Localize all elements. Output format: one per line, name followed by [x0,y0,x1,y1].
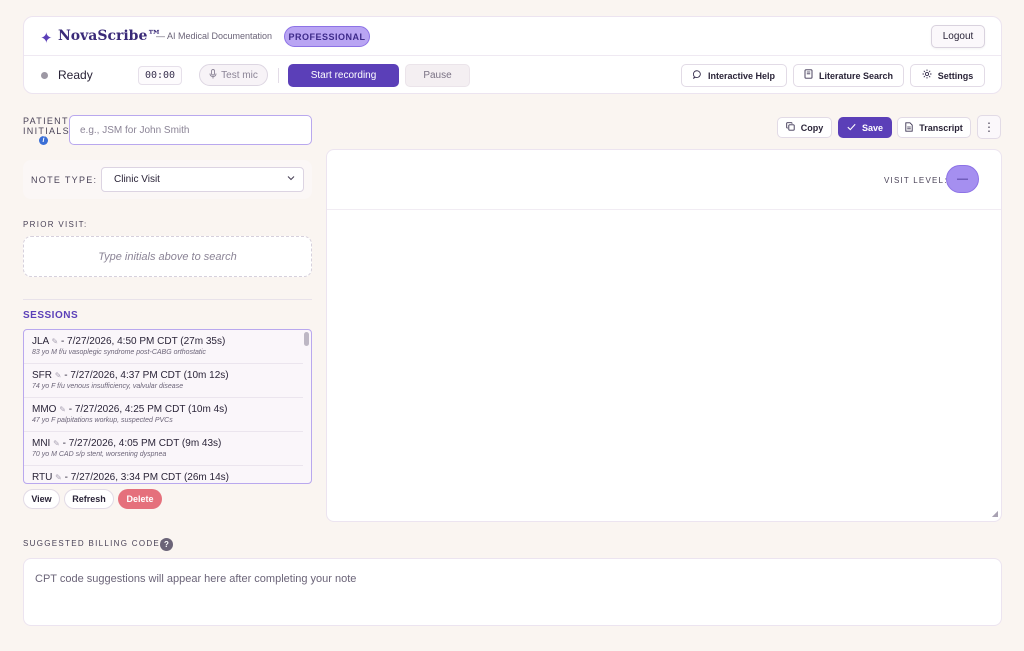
pencil-icon[interactable]: ✎ [55,371,62,380]
session-time: - 7/27/2026, 4:37 PM CDT (10m 12s) [64,370,229,381]
session-time: - 7/27/2026, 3:34 PM CDT (26m 14s) [64,472,229,483]
copy-button[interactable]: Copy [777,117,832,138]
session-initials: SFR [32,370,52,381]
scrollbar-thumb[interactable] [304,332,309,346]
app-subtitle: — AI Medical Documentation [156,31,273,41]
prior-visit-box: Type initials above to search [23,236,312,277]
delete-session-button[interactable]: Delete [118,489,162,509]
list-item[interactable]: MNI ✎ - 7/27/2026, 4:05 PM CDT (9m 43s) … [24,432,303,466]
check-icon [847,123,856,133]
note-type-label: NOTE TYPE: [31,175,98,185]
patient-initials-input[interactable] [69,115,312,145]
plan-badge: PROFESSIONAL [284,26,370,47]
prior-visit-label: PRIOR VISIT: [23,220,88,229]
literature-search-label: Literature Search [818,70,894,81]
gear-icon [922,69,932,82]
session-description: 83 yo M f/u vasoplegic syndrome post-CAB… [32,349,206,356]
transcript-button[interactable]: Transcript [897,117,971,138]
session-description: 74 yo F f/u venous insufficiency, valvul… [32,383,184,390]
divider [23,299,312,300]
patient-initials-label-line1: PATIENT [23,116,69,126]
session-row-main: SFR ✎ - 7/27/2026, 4:37 PM CDT (10m 12s) [32,370,303,381]
header-top-row: ✦ NovaScribe™ — AI Medical Documentation… [24,17,1001,56]
session-initials: JLA [32,336,49,347]
logout-button[interactable]: Logout [931,25,985,48]
pencil-icon[interactable]: ✎ [51,337,58,346]
session-time: - 7/27/2026, 4:50 PM CDT (27m 35s) [60,336,226,347]
session-description: 47 yo F palpitations workup, suspected P… [32,417,173,424]
transcript-label: Transcript [919,122,963,133]
patient-initials-label-line2: INITIALS [23,126,70,136]
copy-label: Copy [800,122,824,133]
toolbar-divider [278,68,279,83]
pencil-icon[interactable]: ✎ [59,405,66,414]
sparkle-icon: ✦ [40,30,53,47]
book-icon [804,69,813,82]
literature-search-button[interactable]: Literature Search [793,64,904,87]
status-dot-icon [41,72,48,79]
document-icon [905,121,913,134]
billing-codes-box: CPT code suggestions will appear here af… [23,558,1002,626]
pencil-icon[interactable]: ✎ [53,439,60,448]
settings-button[interactable]: Settings [910,64,985,87]
pencil-icon[interactable]: ✎ [55,473,62,482]
session-initials: RTU [32,472,53,483]
test-mic-button[interactable]: Test mic [199,64,268,86]
session-row-main: MMO ✎ - 7/27/2026, 4:25 PM CDT (10m 4s) [32,404,303,415]
chevron-down-icon [287,174,295,184]
save-button[interactable]: Save [838,117,892,138]
session-time: - 7/27/2026, 4:05 PM CDT (9m 43s) [62,438,222,449]
editor-header: VISIT LEVEL: — [327,150,1001,210]
info-icon[interactable]: i [39,136,48,145]
session-initials: MNI [32,438,51,449]
session-row-main: JLA ✎ - 7/27/2026, 4:50 PM CDT (27m 35s) [32,336,303,347]
session-row-main: RTU ✎ - 7/27/2026, 3:34 PM CDT (26m 14s) [32,472,303,483]
visit-level-badge[interactable]: — [946,165,979,193]
help-icon[interactable]: ? [160,538,173,551]
note-type-select[interactable]: Clinic Visit [101,167,304,192]
chat-bubble-icon [692,69,702,82]
microphone-icon [209,68,217,82]
note-editor[interactable]: VISIT LEVEL: — ◢ [326,149,1002,522]
header-card: ✦ NovaScribe™ — AI Medical Documentation… [23,16,1002,94]
session-row-main: MNI ✎ - 7/27/2026, 4:05 PM CDT (9m 43s) [32,438,303,449]
interactive-help-label: Interactive Help [707,70,776,81]
sessions-list[interactable]: JLA ✎ - 7/27/2026, 4:50 PM CDT (27m 35s)… [23,329,312,484]
recording-timer: 00:00 [138,66,182,85]
interactive-help-button[interactable]: Interactive Help [681,64,787,87]
app-name: NovaScribe™ [58,28,162,44]
settings-label: Settings [937,70,974,81]
status-text: Ready [58,68,93,82]
list-item[interactable]: SFR ✎ - 7/27/2026, 4:37 PM CDT (10m 12s)… [24,364,303,398]
save-label: Save [861,122,884,133]
header-toolbar: Ready 00:00 Test mic Start recording Pau… [24,56,1001,95]
view-session-button[interactable]: View [23,489,60,509]
patient-initials-label: PATIENT INITIALS [23,116,70,136]
copy-icon [786,122,795,133]
list-item[interactable]: MMO ✎ - 7/27/2026, 4:25 PM CDT (10m 4s) … [24,398,303,432]
list-item[interactable]: RTU ✎ - 7/27/2026, 3:34 PM CDT (26m 14s) [24,466,303,483]
refresh-sessions-button[interactable]: Refresh [64,489,114,509]
list-item[interactable]: JLA ✎ - 7/27/2026, 4:50 PM CDT (27m 35s)… [24,330,303,364]
test-mic-label: Test mic [221,69,258,81]
resize-handle-icon[interactable]: ◢ [992,509,998,518]
billing-codes-label: SUGGESTED BILLING CODES [23,539,167,548]
note-type-value: Clinic Visit [114,174,160,185]
more-options-icon[interactable]: ⋮ [977,115,1001,139]
session-time: - 7/27/2026, 4:25 PM CDT (10m 4s) [68,404,228,415]
start-recording-button[interactable]: Start recording [288,64,399,87]
session-initials: MMO [32,404,57,415]
pause-button[interactable]: Pause [405,64,470,87]
sessions-title: SESSIONS [23,310,79,321]
session-description: 70 yo M CAD s/p stent, worsening dyspnea [32,451,167,458]
visit-level-label: VISIT LEVEL: [884,176,948,185]
